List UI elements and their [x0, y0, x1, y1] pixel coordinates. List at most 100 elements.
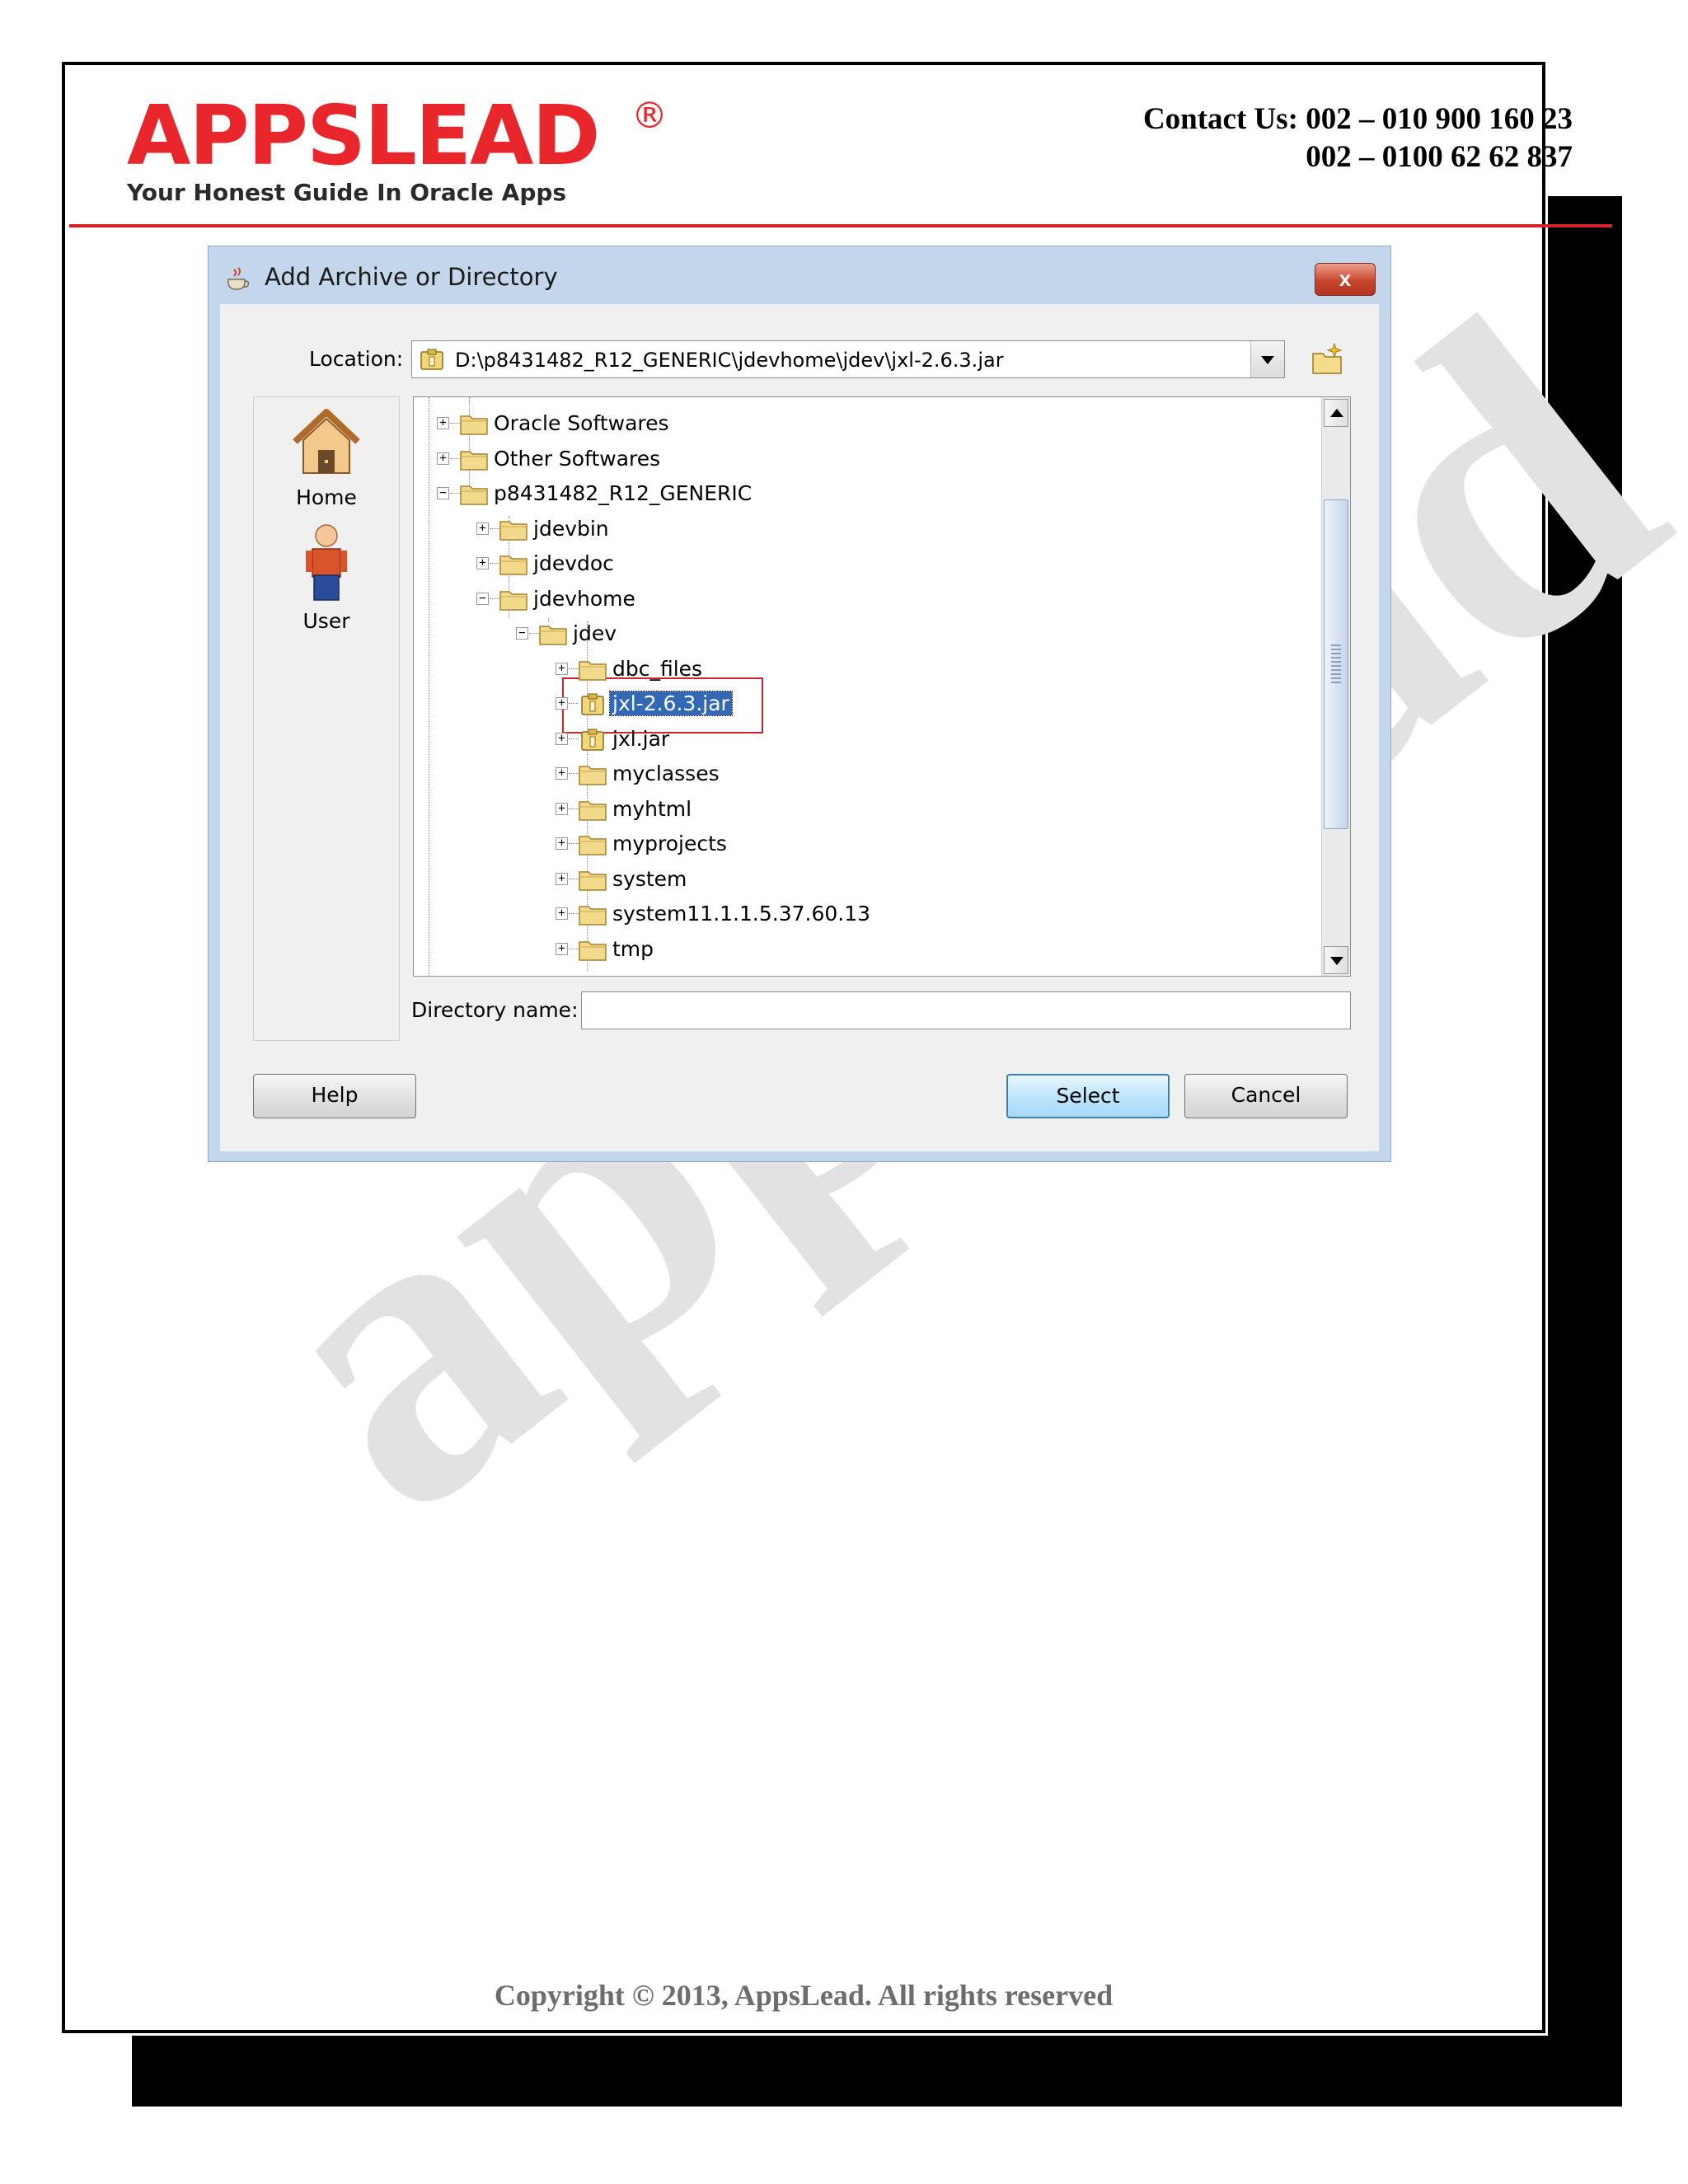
tree-node-label: jdevbin [533, 516, 609, 541]
place-home[interactable]: Home [254, 402, 399, 509]
page-shadow-bottom [132, 2036, 1622, 2107]
folder-icon [499, 590, 528, 611]
tree-node[interactable]: + jxl.jar [414, 723, 1320, 756]
expand-icon[interactable]: + [556, 837, 568, 850]
tree-connector [529, 633, 539, 634]
select-button[interactable]: Select [1006, 1074, 1170, 1118]
help-button[interactable]: Help [253, 1074, 416, 1118]
jar-icon [581, 693, 604, 715]
collapse-icon[interactable]: − [437, 487, 449, 499]
folder-icon [460, 415, 488, 435]
tree-node[interactable]: + myhtml [414, 793, 1320, 826]
tree-node-label: tmp [612, 936, 654, 961]
appslead-logo: APPSLEAD ® Your Honest Guide In Oracle A… [127, 87, 668, 207]
contact-line-1: Contact Us: 002 – 010 900 160 23 [1142, 102, 1573, 136]
tree-node[interactable]: + dbc_files [414, 653, 1320, 686]
add-archive-dialog: Add Archive or Directory x Location: D:\… [208, 246, 1391, 1162]
dialog-title: Add Archive or Directory [265, 263, 558, 291]
tree-node[interactable]: + system11.1.1.5.37.60.13 [414, 898, 1320, 930]
expand-icon[interactable]: + [476, 522, 489, 535]
tree-node[interactable]: + myprojects [414, 827, 1320, 860]
header-divider [69, 224, 1612, 227]
tree-node-label: Oracle Softwares [494, 411, 669, 435]
collapse-icon[interactable]: − [476, 592, 489, 605]
expand-icon[interactable]: + [556, 907, 568, 920]
jar-icon [581, 728, 604, 751]
logo-tagline: Your Honest Guide In Oracle Apps [127, 179, 567, 206]
tree-node-label: myclasses [612, 762, 720, 785]
tree-connector [450, 493, 460, 494]
tree-node[interactable]: − jdev [414, 617, 1320, 650]
tree-vertical-scrollbar[interactable] [1321, 397, 1350, 976]
scroll-down-arrow-icon[interactable] [1324, 946, 1348, 974]
logo-text: APPSLEAD [127, 87, 600, 184]
location-label: Location: [309, 347, 404, 371]
expand-icon[interactable]: + [437, 417, 449, 429]
folder-icon [579, 870, 607, 891]
close-button[interactable]: x [1315, 263, 1376, 296]
collapse-icon[interactable]: − [516, 627, 528, 640]
tree-node[interactable]: − p8431482_R12_GENERIC [414, 477, 1320, 510]
location-value: D:\p8431482_R12_GENERIC\jdevhome\jdev\jx… [455, 349, 1004, 372]
scrollbar-thumb[interactable] [1324, 499, 1348, 829]
tree-node-label: myhtml [612, 796, 692, 821]
expand-icon[interactable]: + [476, 557, 489, 569]
tree-node-label: system11.1.1.5.37.60.13 [612, 902, 871, 926]
tree-node[interactable]: + Oracle Softwares [414, 407, 1320, 440]
tree-node-label: myprojects [612, 832, 727, 855]
jar-icon [420, 349, 443, 370]
copyright-footer: Copyright © 2013, AppsLead. All rights r… [494, 1979, 1114, 2012]
tree-node[interactable]: − jdevhome [414, 583, 1320, 616]
expand-icon[interactable]: + [437, 452, 449, 465]
tree-connector [569, 668, 579, 669]
place-user-label: User [302, 609, 350, 633]
expand-icon[interactable]: + [556, 697, 568, 710]
location-combobox[interactable]: D:\p8431482_R12_GENERIC\jdevhome\jdev\jx… [411, 340, 1285, 378]
contact-info: Contact Us: 002 – 010 900 160 23 002 – 0… [1143, 101, 1573, 176]
dialog-titlebar[interactable]: Add Archive or Directory x [209, 246, 1390, 304]
folder-icon [579, 940, 607, 961]
tree-connector [490, 563, 499, 564]
expand-icon[interactable]: + [556, 662, 568, 675]
scroll-up-arrow-icon[interactable] [1324, 399, 1348, 427]
tree-node[interactable]: + jdevbin [414, 513, 1320, 546]
tree-node[interactable]: + tmp [414, 933, 1320, 966]
place-home-label: Home [296, 485, 357, 509]
tree-node-label: jdevhome [533, 586, 635, 611]
close-icon: x [1339, 266, 1352, 291]
tree-node[interactable]: + jxl-2.6.3.jar [414, 687, 1320, 720]
page-shadow-right [1548, 196, 1622, 2107]
tree-connector [569, 808, 579, 809]
location-dropdown-arrow-icon[interactable] [1250, 341, 1284, 377]
folder-icon [579, 800, 607, 821]
directory-name-input[interactable] [581, 991, 1351, 1029]
folder-icon [460, 450, 488, 471]
tree-node[interactable]: + myclasses [414, 757, 1320, 790]
tree-node-label: p8431482_R12_GENERIC [494, 481, 753, 505]
expand-icon[interactable]: + [556, 732, 568, 745]
tree-node-label: jdevdoc [533, 551, 614, 575]
tree-node-label: jxl.jar [612, 726, 670, 751]
folder-icon [579, 660, 607, 681]
tree-connector [450, 423, 460, 424]
contact-line-2: 002 – 0100 62 62 837 [1306, 140, 1573, 174]
directory-tree[interactable]: + Oracle Softwares + Other Softwares − p84314… [413, 396, 1351, 977]
expand-icon[interactable]: + [556, 767, 568, 780]
expand-icon[interactable]: + [556, 872, 568, 885]
expand-icon[interactable]: + [556, 942, 568, 955]
tree-connector [569, 703, 579, 704]
tree-node[interactable]: + system [414, 863, 1320, 896]
tree-node-label: Other Softwares [494, 446, 661, 471]
home-icon [293, 409, 360, 474]
place-user[interactable]: User [254, 523, 399, 633]
user-icon [306, 524, 347, 601]
folder-icon [579, 836, 607, 855]
tree-node[interactable]: + jdevdoc [414, 547, 1320, 580]
new-folder-icon[interactable] [1308, 340, 1346, 378]
tree-connector [569, 773, 579, 774]
tree-node[interactable]: + Other Softwares [414, 443, 1320, 476]
tree-node-label: system [612, 866, 687, 891]
expand-icon[interactable]: + [556, 802, 568, 815]
tree-node-label: jxl-2.6.3.jar [609, 691, 733, 716]
cancel-button[interactable]: Cancel [1184, 1074, 1348, 1118]
